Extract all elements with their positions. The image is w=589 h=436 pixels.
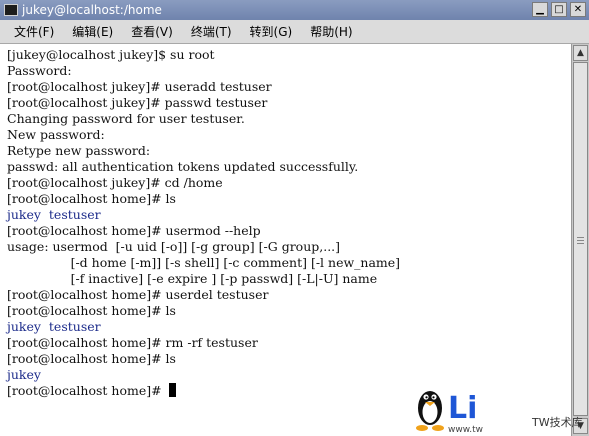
terminal-icon — [4, 4, 18, 16]
maximize-icon[interactable]: □ — [551, 2, 567, 17]
terminal-line: jukey testuser — [7, 207, 101, 222]
terminal-line: [jukey@localhost jukey]$ su root — [7, 47, 215, 62]
terminal-line: [root@localhost jukey]# passwd testuser — [7, 95, 268, 110]
close-icon[interactable]: ✕ — [570, 2, 586, 17]
window-controls: ▁ □ ✕ — [532, 2, 586, 17]
terminal-prompt-line: [root@localhost home]# — [7, 383, 176, 399]
terminal-line: [root@localhost home]# ls — [7, 351, 176, 366]
menu-file[interactable]: 文件(F) — [0, 20, 63, 44]
title-bar[interactable]: jukey@localhost:/home ▁ □ ✕ — [0, 0, 589, 20]
terminal-line: Changing password for user testuser. — [7, 111, 245, 126]
terminal-line: jukey — [7, 367, 41, 382]
tux-penguin-icon — [416, 391, 444, 431]
menu-bar: 文件(F) 编辑(E) 查看(V) 终端(T) 转到(G) 帮助(H) — [0, 20, 589, 44]
watermark-brand: TW技术库 — [532, 416, 583, 429]
text-cursor — [168, 383, 176, 397]
menu-terminal[interactable]: 终端(T) — [182, 20, 241, 44]
minimize-icon[interactable]: ▁ — [532, 2, 548, 17]
scroll-up-arrow-icon[interactable]: ▲ — [573, 45, 588, 61]
terminal-line: [root@localhost jukey]# useradd testuser — [7, 79, 272, 94]
terminal-line: Password: — [7, 63, 72, 78]
logo-text: Li — [448, 391, 477, 426]
terminal-line: [root@localhost home]# rm -rf testuser — [7, 335, 258, 350]
scrollbar-thumb[interactable] — [573, 62, 588, 416]
terminal-line: [root@localhost home]# ls — [7, 191, 176, 206]
terminal-line: [root@localhost jukey]# cd /home — [7, 175, 223, 190]
menu-view[interactable]: 查看(V) — [122, 20, 182, 44]
terminal-line: New password: — [7, 127, 105, 142]
menu-go[interactable]: 转到(G) — [241, 20, 302, 44]
terminal-line: usage: usermod [-u uid [-o]] [-g group] … — [7, 239, 341, 254]
menu-help[interactable]: 帮助(H) — [301, 20, 361, 44]
thumb-grip — [577, 240, 584, 241]
thumb-grip — [577, 243, 584, 244]
terminal-line: [-d home [-m]] [-s shell] [-c comment] [… — [7, 255, 401, 270]
vertical-scrollbar[interactable]: ▲ ▼ — [571, 44, 589, 436]
terminal-line: [root@localhost home]# ls — [7, 303, 176, 318]
terminal-line: [root@localhost home]# userdel testuser — [7, 287, 269, 302]
terminal-line: [root@localhost home]# usermod --help — [7, 223, 261, 238]
menu-edit[interactable]: 编辑(E) — [63, 20, 122, 44]
terminal-output[interactable]: [jukey@localhost jukey]$ su root Password… — [0, 44, 571, 436]
terminal-line: [-f inactive] [-e expire ] [-p passwd] [… — [7, 271, 378, 286]
site-text: www.tw — [448, 425, 483, 435]
terminal-line: Retype new password: — [7, 143, 151, 158]
terminal-line: passwd: all authentication tokens update… — [7, 159, 359, 174]
thumb-grip — [577, 237, 584, 238]
terminal-line: jukey testuser — [7, 319, 101, 334]
window-title: jukey@localhost:/home — [22, 3, 162, 17]
